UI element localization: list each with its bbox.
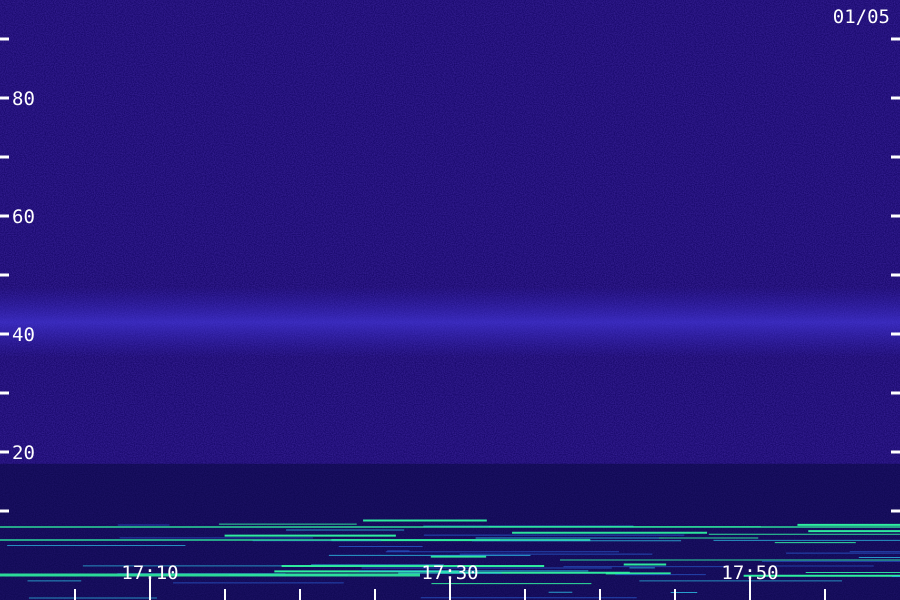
y-tick-label: 20 [12, 442, 35, 464]
y-tick-label: 60 [12, 206, 35, 228]
y-tick-label: 40 [12, 324, 35, 346]
band-mid-1 [0, 286, 900, 358]
y-tick-label: 80 [12, 88, 35, 110]
x-tick-label: 17:50 [721, 562, 778, 584]
x-tick-label: 17:10 [121, 562, 178, 584]
x-tick-label: 17:30 [421, 562, 478, 584]
date-label: 01/05 [833, 6, 890, 28]
spectrogram-chart: 20406080100 17:1017:3017:50 01/05 [0, 0, 900, 600]
